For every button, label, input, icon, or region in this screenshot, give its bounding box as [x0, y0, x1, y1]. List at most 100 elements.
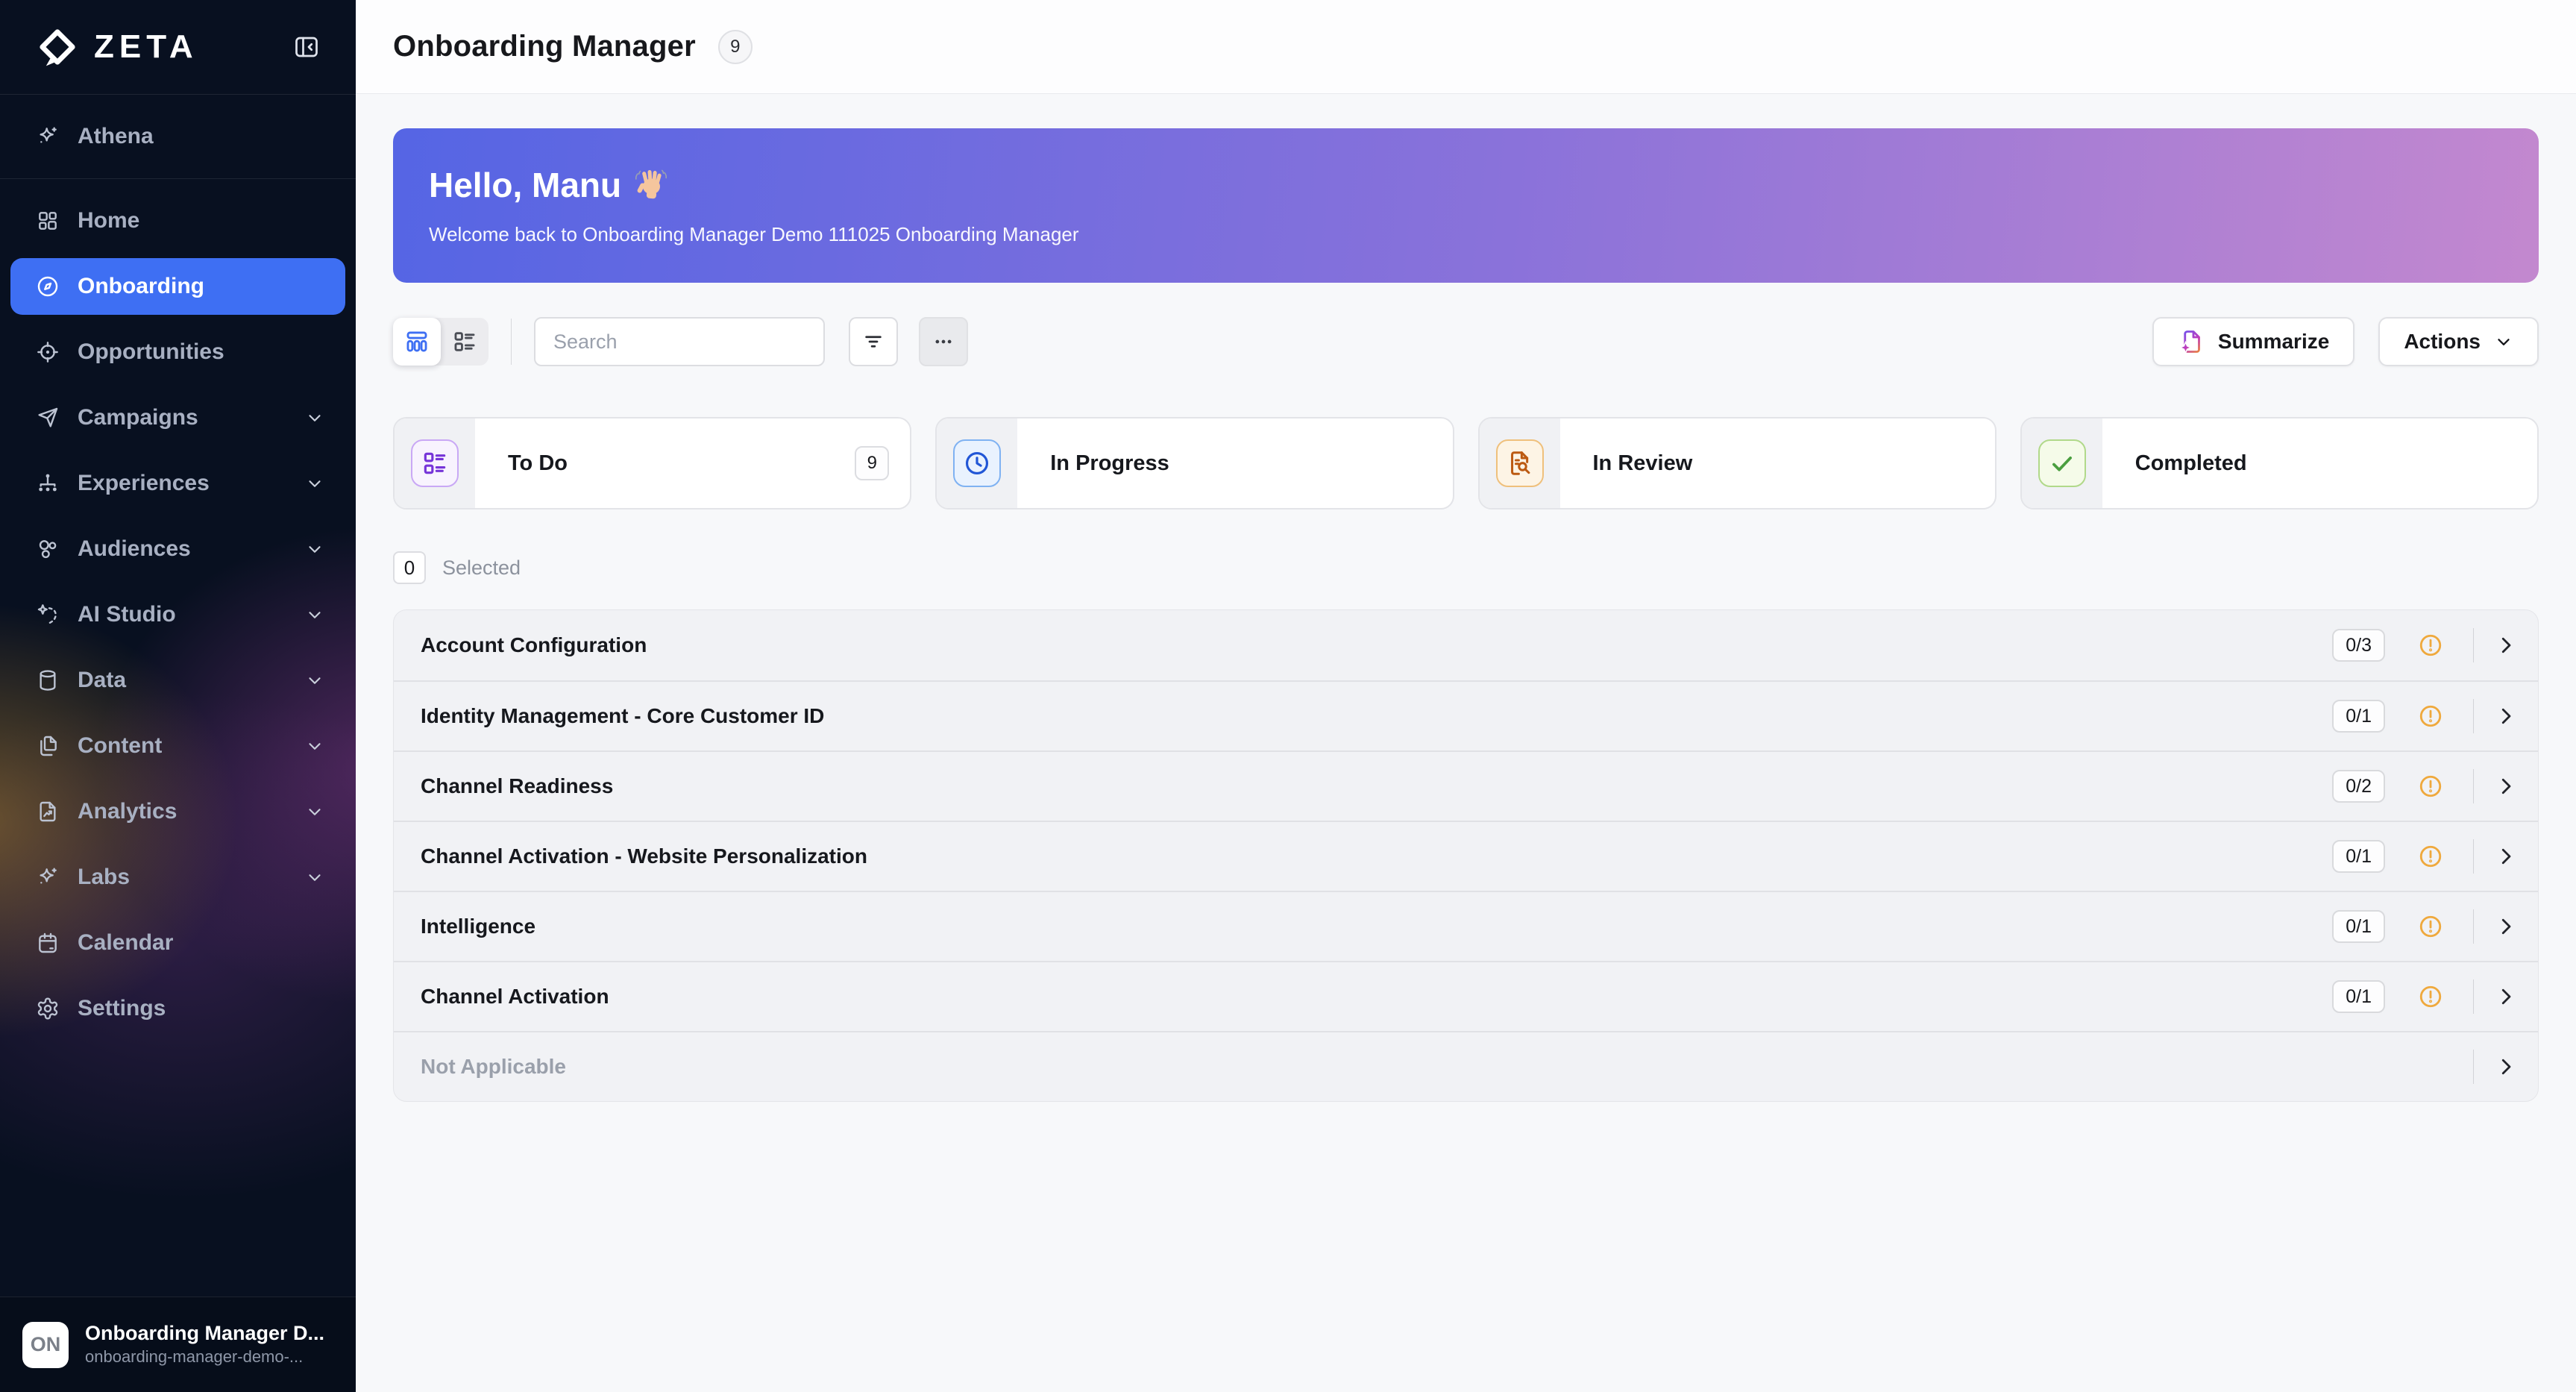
sidebar-item-opportunities[interactable]: Opportunities [0, 319, 356, 385]
chevron-right-icon[interactable] [2495, 845, 2517, 868]
chevron-right-icon[interactable] [2495, 985, 2517, 1008]
task-progress-badge: 0/1 [2332, 980, 2385, 1013]
greeting-text: Hello, Manu [429, 165, 2539, 205]
actions-button[interactable]: Actions [2378, 317, 2539, 366]
chevron-down-icon [305, 868, 324, 887]
status-card-in-review[interactable]: In Review [1478, 417, 1997, 510]
selected-label: Selected [442, 557, 521, 580]
selected-count: 0 [393, 551, 426, 584]
sidebar-item-label: Opportunities [78, 339, 224, 365]
welcome-banner: Hello, Manu [393, 128, 2539, 283]
wave-emoji [633, 167, 669, 203]
page-title: Onboarding Manager [393, 30, 696, 63]
chevron-right-icon[interactable] [2495, 1056, 2517, 1078]
sidebar-item-label: AI Studio [78, 602, 176, 627]
kanban-view-button[interactable] [393, 318, 441, 366]
row-divider [2473, 628, 2474, 662]
warning-icon[interactable] [2418, 914, 2443, 939]
compass-icon [36, 275, 60, 298]
sidebar-item-calendar[interactable]: Calendar [0, 910, 356, 976]
target-icon [36, 340, 60, 364]
sidebar-item-athena[interactable]: Athena [0, 95, 356, 178]
sidebar-item-data[interactable]: Data [0, 648, 356, 713]
ai-sparkle-icon [36, 603, 60, 627]
more-options-button[interactable] [919, 317, 968, 366]
sidebar-item-onboarding[interactable]: Onboarding [10, 258, 345, 315]
sidebar-item-experiences[interactable]: Experiences [0, 451, 356, 516]
status-card-completed[interactable]: Completed [2020, 417, 2539, 510]
task-row-identity-management[interactable]: Identity Management - Core Customer ID 0… [394, 680, 2538, 750]
task-row-meta [2443, 1050, 2517, 1084]
warning-icon[interactable] [2418, 774, 2443, 799]
status-card-todo[interactable]: To Do 9 [393, 417, 911, 510]
sidebar-item-ai-studio[interactable]: AI Studio [0, 582, 356, 648]
sidebar-item-settings[interactable]: Settings [0, 976, 356, 1041]
warning-icon[interactable] [2418, 984, 2443, 1009]
search-input[interactable] [535, 319, 825, 365]
status-card-label: To Do [508, 451, 568, 476]
sidebar-item-label: Content [78, 733, 162, 759]
task-row-channel-activation-website[interactable]: Channel Activation - Website Personaliza… [394, 821, 2538, 891]
status-card-icon-area [937, 418, 1017, 508]
row-divider [2473, 839, 2474, 874]
sidebar-collapse-button[interactable] [287, 28, 326, 66]
status-card-body: Completed [2102, 418, 2537, 508]
calendar-icon [36, 931, 60, 955]
panel-collapse-icon [293, 34, 320, 60]
task-row-meta: 0/1 [2332, 909, 2517, 944]
task-row-channel-readiness[interactable]: Channel Readiness 0/2 [394, 750, 2538, 821]
summarize-button[interactable]: Summarize [2152, 317, 2354, 366]
sidebar-item-labs[interactable]: Labs [0, 844, 356, 910]
chevron-right-icon[interactable] [2495, 915, 2517, 938]
sidebar-item-label: Labs [78, 865, 130, 890]
chevron-down-icon [2494, 332, 2513, 351]
task-title: Channel Readiness [421, 774, 613, 798]
clock-icon [953, 439, 1001, 487]
sidebar-item-content[interactable]: Content [0, 713, 356, 779]
sidebar-item-label: Analytics [78, 799, 177, 824]
status-card-icon-area [395, 418, 475, 508]
task-title: Identity Management - Core Customer ID [421, 704, 824, 728]
status-card-count: 9 [855, 446, 889, 480]
page-header: Onboarding Manager 9 [356, 0, 2576, 94]
actions-label: Actions [2404, 330, 2481, 354]
send-icon [36, 406, 60, 430]
task-row-account-configuration[interactable]: Account Configuration 0/3 [394, 610, 2538, 680]
sparkle-icon [36, 125, 60, 148]
sidebar-item-label: Athena [78, 124, 154, 149]
warning-icon[interactable] [2418, 703, 2443, 729]
task-row-not-applicable[interactable]: Not Applicable [394, 1031, 2538, 1101]
chevron-right-icon[interactable] [2495, 634, 2517, 656]
chevron-right-icon[interactable] [2495, 705, 2517, 727]
task-title: Not Applicable [421, 1055, 566, 1079]
task-row-intelligence[interactable]: Intelligence 0/1 [394, 891, 2538, 961]
list-view-button[interactable] [441, 318, 489, 366]
task-title: Account Configuration [421, 633, 647, 657]
status-card-body: To Do 9 [475, 418, 910, 508]
sidebar-item-label: Data [78, 668, 126, 693]
row-divider [2473, 699, 2474, 733]
filter-icon [862, 330, 885, 353]
status-card-in-progress[interactable]: In Progress [935, 417, 1454, 510]
task-row-channel-activation[interactable]: Channel Activation 0/1 [394, 961, 2538, 1031]
warning-icon[interactable] [2418, 844, 2443, 869]
sidebar-item-audiences[interactable]: Audiences [0, 516, 356, 582]
sidebar-item-analytics[interactable]: Analytics [0, 779, 356, 844]
row-divider [2473, 1050, 2474, 1084]
todo-list-icon [411, 439, 459, 487]
status-card-label: In Review [1593, 451, 1693, 476]
task-progress-badge: 0/1 [2332, 910, 2385, 943]
sidebar-item-label: Home [78, 208, 139, 233]
warning-icon[interactable] [2418, 633, 2443, 658]
search-box [534, 317, 825, 366]
workspace-switcher[interactable]: ON Onboarding Manager D... onboarding-ma… [0, 1297, 356, 1392]
sidebar-item-label: Onboarding [78, 274, 204, 299]
chevron-down-icon [305, 408, 324, 427]
status-card-icon-area [1480, 418, 1560, 508]
sidebar-item-home[interactable]: Home [0, 188, 356, 254]
sidebar-item-campaigns[interactable]: Campaigns [0, 385, 356, 451]
chevron-down-icon [305, 539, 324, 559]
task-progress-badge: 0/1 [2332, 700, 2385, 733]
filter-button[interactable] [849, 317, 898, 366]
chevron-right-icon[interactable] [2495, 775, 2517, 797]
